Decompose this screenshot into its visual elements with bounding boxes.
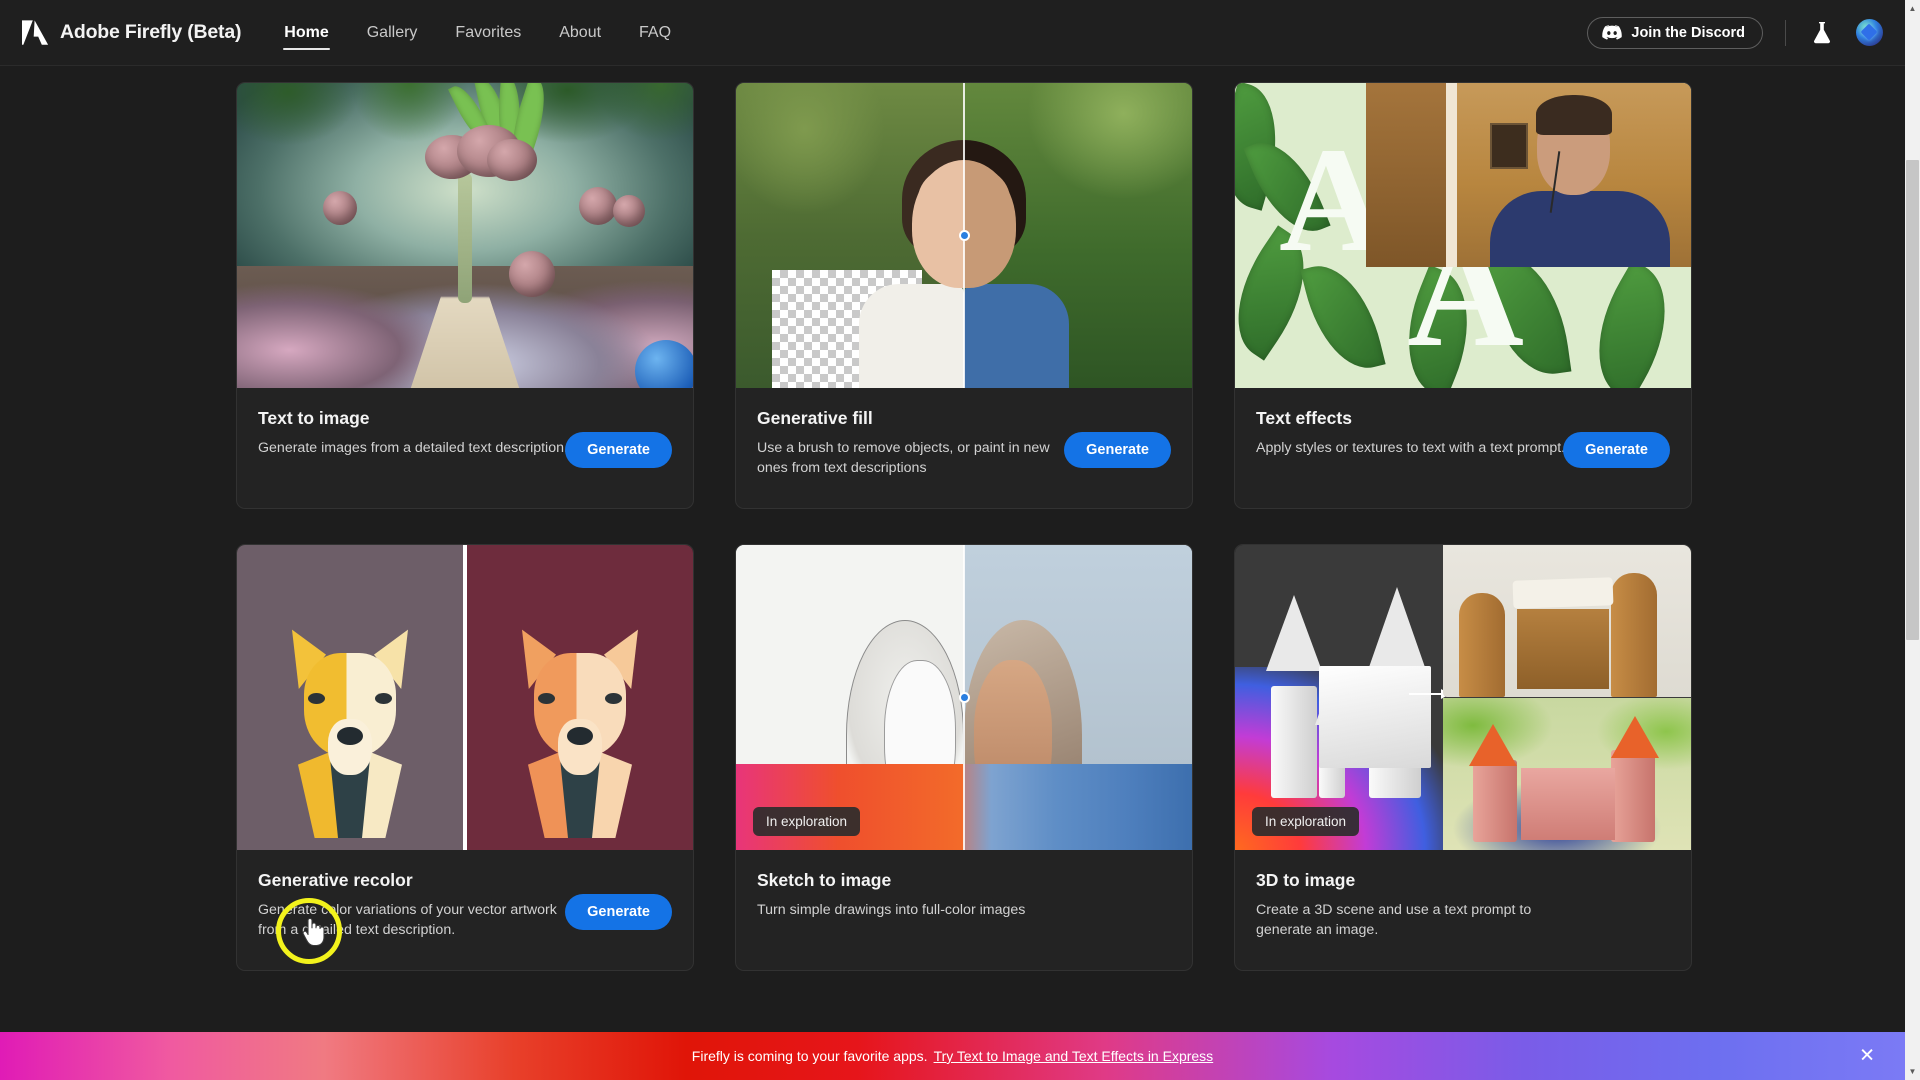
promo-banner-link[interactable]: Try Text to Image and Text Effects in Ex… (934, 1048, 1214, 1064)
card-text-effects[interactable]: A A Text effects Apply styles or texture… (1234, 82, 1692, 509)
generate-button-generative-fill[interactable]: Generate (1064, 432, 1171, 468)
page-scrollbar[interactable]: ▲ ▼ (1905, 0, 1920, 1080)
scrollbar-thumb[interactable] (1906, 160, 1919, 640)
main-content: Text to image Generate images from a det… (0, 66, 1905, 1080)
status-badge: In exploration (753, 807, 861, 836)
card-title: Text to image (258, 408, 370, 428)
join-discord-button[interactable]: Join the Discord (1587, 16, 1763, 49)
card-body-3d-to-image: 3D to image Create a 3D scene and use a … (1235, 850, 1691, 970)
card-body-text-to-image: Text to image Generate images from a det… (237, 388, 693, 508)
fantasy-garden-image (237, 83, 693, 388)
card-media-generative-recolor (237, 545, 693, 850)
card-sketch-to-image[interactable]: In exploration Sketch to image Turn simp… (735, 544, 1193, 971)
main-nav: Home Gallery Favorites About FAQ (265, 0, 690, 66)
leafy-text-effect-image: A A (1235, 83, 1691, 388)
card-body-generative-recolor: Generative recolor Generate color variat… (237, 850, 693, 970)
card-description: Turn simple drawings into full-color ima… (757, 902, 1026, 918)
nav-item-home[interactable]: Home (265, 0, 347, 66)
card-description: Generate color variations of your vector… (258, 902, 557, 939)
vector-dog-recolor-image (237, 545, 693, 850)
nav-item-gallery[interactable]: Gallery (348, 0, 437, 66)
card-media-text-effects: A A (1235, 83, 1691, 388)
generate-button-text-to-image[interactable]: Generate (565, 432, 672, 468)
feature-card-grid: Text to image Generate images from a det… (236, 82, 1692, 971)
card-3d-to-image[interactable]: In exploration 3D to image Create a 3D s… (1234, 544, 1692, 971)
card-body-text-effects: Text effects Apply styles or textures to… (1235, 388, 1691, 508)
nav-item-about[interactable]: About (540, 0, 620, 66)
gingerbread-castle-image (1443, 545, 1691, 697)
card-description: Apply styles or textures to text with a … (1256, 440, 1566, 456)
card-title: Generative recolor (258, 870, 413, 890)
card-title: Sketch to image (757, 870, 892, 890)
beaker-button[interactable] (1808, 17, 1836, 49)
card-text-to-image[interactable]: Text to image Generate images from a det… (236, 82, 694, 509)
brand: Adobe Firefly (Beta) (22, 19, 242, 46)
brand-title: Adobe Firefly (Beta) (60, 21, 242, 43)
card-media-generative-fill (736, 83, 1192, 388)
header-actions: Join the Discord (1587, 16, 1905, 49)
close-icon[interactable]: ✕ (1859, 1047, 1875, 1066)
nav-item-favorites[interactable]: Favorites (436, 0, 540, 66)
presenter-webcam-overlay (1366, 83, 1691, 267)
card-generative-recolor[interactable]: Generative recolor Generate color variat… (236, 544, 694, 971)
castle-3d-render-image (1235, 545, 1691, 850)
card-media-text-to-image (237, 83, 693, 388)
before-after-handle[interactable] (958, 230, 970, 241)
join-discord-label: Join the Discord (1631, 24, 1745, 41)
card-description: Use a brush to remove objects, or paint … (757, 440, 1050, 477)
discord-icon (1602, 25, 1623, 40)
beaker-icon (1813, 21, 1831, 43)
app-header: Adobe Firefly (Beta) Home Gallery Favori… (0, 0, 1905, 66)
card-description: Generate images from a detailed text des… (258, 440, 568, 456)
sketch-portrait-image (736, 545, 1192, 850)
card-media-3d-to-image: In exploration (1235, 545, 1691, 850)
scroll-down-arrow-icon[interactable]: ▼ (1905, 1063, 1920, 1080)
card-generative-fill[interactable]: Generative fill Use a brush to remove ob… (735, 82, 1193, 509)
card-title: Generative fill (757, 408, 873, 428)
user-avatar[interactable] (1856, 19, 1883, 46)
nav-item-faq[interactable]: FAQ (620, 0, 690, 66)
card-description: Create a 3D scene and use a text prompt … (1256, 902, 1532, 939)
status-badge: In exploration (1252, 807, 1360, 836)
adobe-a-logo-icon (22, 19, 49, 45)
card-body-sketch-to-image: Sketch to image Turn simple drawings int… (736, 850, 1192, 970)
card-title: 3D to image (1256, 870, 1356, 890)
portrait-before-after-image (736, 83, 1192, 388)
card-media-sketch-to-image: In exploration (736, 545, 1192, 850)
scroll-up-arrow-icon[interactable]: ▲ (1905, 0, 1920, 17)
promo-banner-text: Firefly is coming to your favorite apps. (691, 1048, 928, 1064)
promo-banner: Firefly is coming to your favorite apps.… (0, 1032, 1905, 1080)
before-after-handle[interactable] (958, 692, 970, 703)
card-title: Text effects (1256, 408, 1352, 428)
header-divider (1785, 19, 1786, 46)
watercolor-castle-image (1443, 698, 1691, 850)
generate-button-text-effects[interactable]: Generate (1563, 432, 1670, 468)
card-body-generative-fill: Generative fill Use a brush to remove ob… (736, 388, 1192, 508)
generate-button-generative-recolor[interactable]: Generate (565, 894, 672, 930)
